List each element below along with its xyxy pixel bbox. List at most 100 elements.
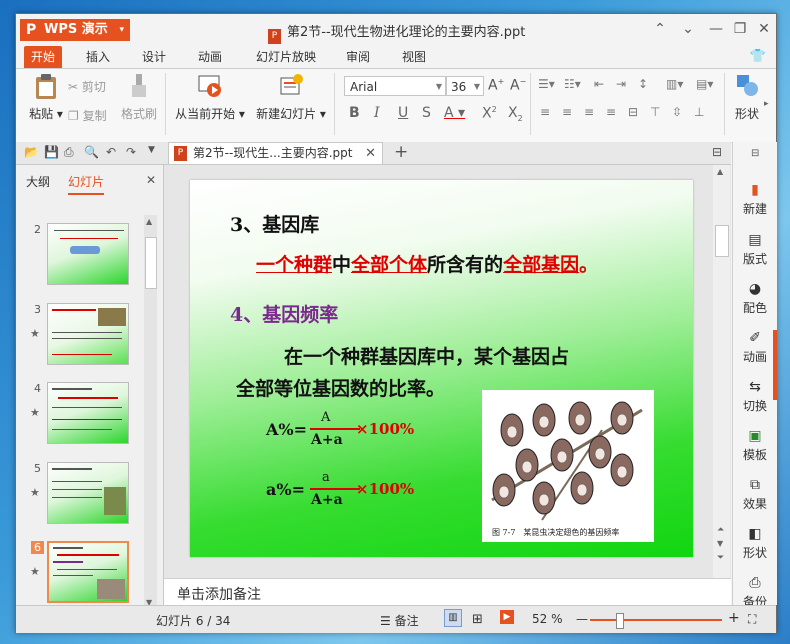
tab-slideshow[interactable]: 幻灯片放映 bbox=[250, 46, 322, 68]
line-spacing-icon[interactable]: ↕ bbox=[638, 77, 648, 91]
zoom-slider-thumb[interactable] bbox=[616, 613, 624, 629]
font-name-select[interactable]: Arial ▼ bbox=[344, 76, 446, 96]
bold-button[interactable]: B bbox=[349, 105, 360, 121]
underline-button[interactable]: U bbox=[398, 105, 408, 121]
bullet-list-icon[interactable]: ☰▾ bbox=[538, 77, 555, 91]
previous-slide-icon[interactable]: ⏶ bbox=[717, 525, 724, 535]
align-center-icon[interactable]: ≡ bbox=[562, 105, 572, 119]
panel-resize-handle[interactable] bbox=[773, 330, 777, 400]
copy-button[interactable]: ❐ 复制 bbox=[68, 107, 107, 124]
tab-review[interactable]: 审阅 bbox=[340, 46, 376, 68]
tab-outline[interactable]: 大纲 bbox=[26, 173, 50, 190]
ribbon-scroll-right-icon[interactable]: ▸ bbox=[764, 99, 769, 109]
scrollbar-thumb[interactable] bbox=[145, 237, 157, 289]
redo-icon[interactable]: ↷ bbox=[126, 145, 136, 159]
wps-menu-button[interactable]: P WPS 演示 ▾ bbox=[20, 19, 130, 41]
tab-design[interactable]: 设计 bbox=[136, 46, 172, 68]
slide-sorter-icon[interactable]: ⊞ bbox=[472, 612, 483, 627]
tab-slides[interactable]: 幻灯片 bbox=[68, 173, 105, 195]
notes-pane[interactable]: 单击添加备注 bbox=[164, 578, 731, 606]
align-left-icon[interactable]: ≡ bbox=[540, 105, 550, 119]
panel-new[interactable]: ▮ 新建 bbox=[733, 182, 777, 217]
document-tab[interactable]: P 第2节--现代生...主要内容.ppt ✕ bbox=[168, 142, 383, 164]
from-current-button[interactable]: 从当前开始 ▾ bbox=[174, 73, 246, 122]
skin-icon[interactable]: 👕 bbox=[748, 46, 768, 68]
shape-button[interactable]: 形状 bbox=[730, 73, 764, 122]
decrease-indent-icon[interactable]: ⇤ bbox=[594, 77, 604, 91]
scroll-down-icon[interactable]: ▼ bbox=[717, 539, 723, 548]
columns-icon[interactable]: ▥▾ bbox=[666, 77, 683, 91]
print-icon[interactable]: ⎙ bbox=[64, 145, 74, 160]
superscript-button[interactable]: X2 bbox=[482, 105, 497, 122]
add-tab-icon[interactable]: + bbox=[394, 142, 408, 162]
zoom-in-icon[interactable]: + bbox=[728, 610, 740, 626]
panel-shapes[interactable]: ◧ 形状 bbox=[733, 526, 777, 561]
increase-indent-icon[interactable]: ⇥ bbox=[616, 77, 626, 91]
slide-thumbnail[interactable]: 3 ★ bbox=[16, 303, 146, 373]
shapes-icon: ◧ bbox=[748, 526, 762, 542]
thumbnail-scrollbar[interactable]: ▲ ▼ bbox=[144, 215, 157, 607]
save-icon[interactable]: 💾 bbox=[44, 145, 59, 159]
tab-animation[interactable]: 动画 bbox=[192, 46, 228, 68]
panel-transition[interactable]: ⇆ 切换 bbox=[733, 379, 777, 414]
slide-thumbnail[interactable]: 4 ★ bbox=[16, 382, 146, 452]
panel-color-scheme[interactable]: ◕ 配色 bbox=[733, 281, 777, 316]
close-icon[interactable]: ✕ bbox=[146, 173, 156, 187]
formula-a-label: A%= bbox=[266, 420, 308, 439]
font-size-select[interactable]: 36 ▼ bbox=[446, 76, 484, 96]
align-bottom-icon[interactable]: ⊥ bbox=[694, 105, 704, 119]
shrink-font-button[interactable]: A− bbox=[510, 77, 526, 94]
tab-start[interactable]: 开始 bbox=[24, 46, 62, 68]
panel-animation[interactable]: ✐ 动画 bbox=[733, 330, 777, 365]
grow-font-button[interactable]: A+ bbox=[488, 77, 504, 94]
new-slide-button[interactable]: 新建幻灯片 ▾ bbox=[254, 73, 328, 122]
undo-icon[interactable]: ↶ bbox=[106, 145, 116, 159]
panel-toggle-icon[interactable]: ⊟ bbox=[751, 148, 759, 159]
justify-icon[interactable]: ≡ bbox=[606, 105, 616, 119]
scrollbar-thumb[interactable] bbox=[715, 225, 729, 257]
align-right-icon[interactable]: ≡ bbox=[584, 105, 594, 119]
folder-open-icon[interactable]: 📂 bbox=[24, 145, 39, 159]
scroll-up-icon[interactable]: ▲ bbox=[146, 217, 152, 226]
next-slide-icon[interactable]: ⏷ bbox=[717, 553, 724, 563]
beetle-figure[interactable]: 图 7-7 某昆虫决定翅色的基因频率 bbox=[482, 390, 654, 542]
slide-thumbnail[interactable]: 2 bbox=[16, 223, 146, 293]
panel-effects[interactable]: ⧉ 效果 bbox=[733, 477, 777, 512]
help-icon[interactable]: ⌄ bbox=[676, 19, 700, 39]
align-top-icon[interactable]: ⊤ bbox=[650, 105, 660, 119]
zoom-out-icon[interactable]: — bbox=[576, 612, 588, 626]
panel-template[interactable]: ▣ 模板 bbox=[733, 428, 777, 463]
minimize-icon[interactable]: — bbox=[704, 19, 728, 39]
slide-thumbnail-selected[interactable]: 6 ★ bbox=[16, 541, 146, 611]
notes-toggle[interactable]: ☰ 备注 bbox=[380, 612, 419, 629]
font-color-button[interactable]: A ▾ bbox=[444, 105, 465, 121]
current-slide[interactable]: 3、基因库 一个种群中全部个体所含有的全部基因。 4、基因频率 在一个种群基因库… bbox=[190, 180, 693, 557]
close-icon[interactable]: ✕ bbox=[752, 19, 776, 39]
close-icon[interactable]: ✕ bbox=[365, 143, 376, 164]
chevron-down-icon[interactable]: ▼ bbox=[148, 145, 155, 155]
zoom-slider-track[interactable] bbox=[590, 619, 722, 621]
scroll-up-icon[interactable]: ▲ bbox=[717, 167, 723, 176]
numbered-list-icon[interactable]: ☷▾ bbox=[564, 77, 581, 91]
subscript-button[interactable]: X2 bbox=[508, 105, 523, 123]
normal-view-icon[interactable]: ▥ bbox=[444, 609, 462, 627]
paste-button[interactable]: 粘贴 ▾ bbox=[26, 73, 66, 122]
cut-button[interactable]: ✂ 剪切 bbox=[68, 78, 106, 95]
tab-list-icon[interactable]: ⊟ bbox=[712, 145, 722, 159]
tab-insert[interactable]: 插入 bbox=[80, 46, 116, 68]
slideshow-icon[interactable]: ▶ bbox=[500, 610, 514, 624]
shadow-button[interactable]: S bbox=[422, 105, 431, 121]
ribbon-collapse-icon[interactable]: ⌃ bbox=[648, 19, 672, 39]
slide-thumbnail[interactable]: 5 ★ bbox=[16, 462, 146, 532]
align-middle-icon[interactable]: ⇳ bbox=[672, 105, 682, 119]
slide-scrollbar[interactable]: ▲ ⏶ ▼ ⏷ bbox=[713, 165, 730, 578]
print-preview-icon[interactable]: 🔍 bbox=[84, 145, 99, 159]
tab-view[interactable]: 视图 bbox=[396, 46, 432, 68]
italic-button[interactable]: I bbox=[374, 105, 380, 121]
panel-layout[interactable]: ▤ 版式 bbox=[733, 232, 777, 267]
text-direction-icon[interactable]: ▤▾ bbox=[696, 77, 713, 91]
fit-window-icon[interactable]: ⛶ bbox=[748, 612, 756, 627]
distribute-icon[interactable]: ⊟ bbox=[628, 105, 638, 119]
maximize-icon[interactable]: ❐ bbox=[728, 19, 752, 39]
format-painter-button[interactable]: 格式刷 bbox=[119, 73, 159, 122]
